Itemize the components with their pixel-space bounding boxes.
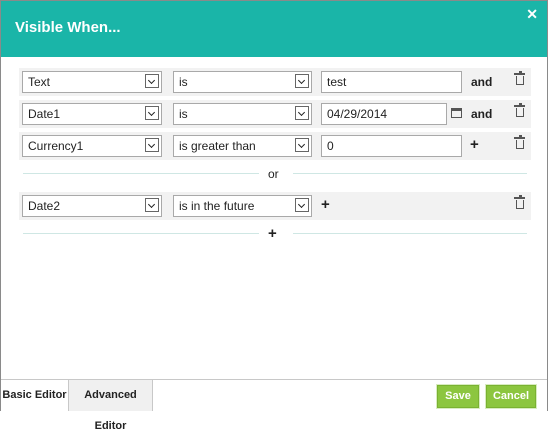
operator-select[interactable]: is: [173, 71, 312, 93]
value-input-text: 0: [327, 139, 334, 153]
value-input[interactable]: 0: [321, 135, 462, 157]
chevron-down-icon[interactable]: [295, 198, 309, 212]
field-select[interactable]: Date1: [22, 103, 162, 125]
tab-basic-editor[interactable]: Basic Editor: [1, 380, 69, 411]
cancel-button[interactable]: Cancel: [486, 385, 536, 408]
chevron-down-icon[interactable]: [145, 74, 159, 88]
operator-select[interactable]: is: [173, 103, 312, 125]
field-select[interactable]: Text: [22, 71, 162, 93]
field-select-value: Date1: [28, 107, 61, 121]
trash-icon[interactable]: [514, 103, 525, 117]
operator-select[interactable]: is greater than: [173, 135, 312, 157]
field-select-value: Date2: [28, 199, 61, 213]
or-separator: or: [268, 167, 279, 181]
save-button[interactable]: Save: [437, 385, 479, 408]
operator-select-value: is: [179, 107, 188, 121]
date-input[interactable]: 04/29/2014: [321, 103, 447, 125]
value-input[interactable]: test: [321, 71, 462, 93]
chevron-down-icon[interactable]: [145, 138, 159, 152]
group-divider-left: [23, 233, 259, 234]
operator-select[interactable]: is in the future: [173, 195, 312, 217]
add-condition-icon[interactable]: +: [470, 137, 479, 152]
chevron-down-icon[interactable]: [295, 74, 309, 88]
field-select[interactable]: Date2: [22, 195, 162, 217]
dialog-header: Visible When... ✕: [1, 1, 547, 57]
field-select-value: Text: [28, 75, 51, 89]
field-select-value: Currency1: [28, 139, 84, 153]
dialog-title: Visible When...: [15, 19, 121, 36]
operator-select-value: is greater than: [179, 139, 256, 153]
chevron-down-icon[interactable]: [145, 198, 159, 212]
or-divider-left: [23, 173, 259, 174]
add-group-icon[interactable]: +: [268, 226, 277, 241]
operator-select-value: is in the future: [179, 199, 255, 213]
calendar-icon[interactable]: [451, 108, 462, 118]
date-input-text: 04/29/2014: [327, 107, 388, 121]
condition-row: Currency1 is greater than 0 +: [19, 132, 531, 160]
joiner-and: and: [471, 75, 493, 89]
tab-advanced-editor[interactable]: Advanced Editor: [69, 380, 153, 432]
chevron-down-icon[interactable]: [295, 138, 309, 152]
visible-when-dialog: Visible When... ✕ Text is test and Date1…: [0, 0, 548, 432]
chevron-down-icon[interactable]: [295, 106, 309, 120]
joiner-and: and: [471, 107, 493, 121]
trash-icon[interactable]: [514, 71, 525, 85]
add-condition-icon[interactable]: +: [321, 197, 330, 212]
trash-icon[interactable]: [514, 195, 525, 209]
condition-row: Date2 is in the future +: [19, 192, 531, 220]
condition-row: Date1 is 04/29/2014 and: [19, 100, 531, 128]
condition-row: Text is test and: [19, 68, 531, 96]
close-icon[interactable]: ✕: [526, 6, 538, 23]
or-divider-right: [293, 173, 527, 174]
operator-select-value: is: [179, 75, 188, 89]
field-select[interactable]: Currency1: [22, 135, 162, 157]
dialog-footer: Basic Editor Advanced Editor Save Cancel: [1, 379, 547, 432]
trash-icon[interactable]: [514, 135, 525, 149]
group-divider-right: [293, 233, 527, 234]
value-input-text: test: [327, 75, 347, 89]
chevron-down-icon[interactable]: [145, 106, 159, 120]
